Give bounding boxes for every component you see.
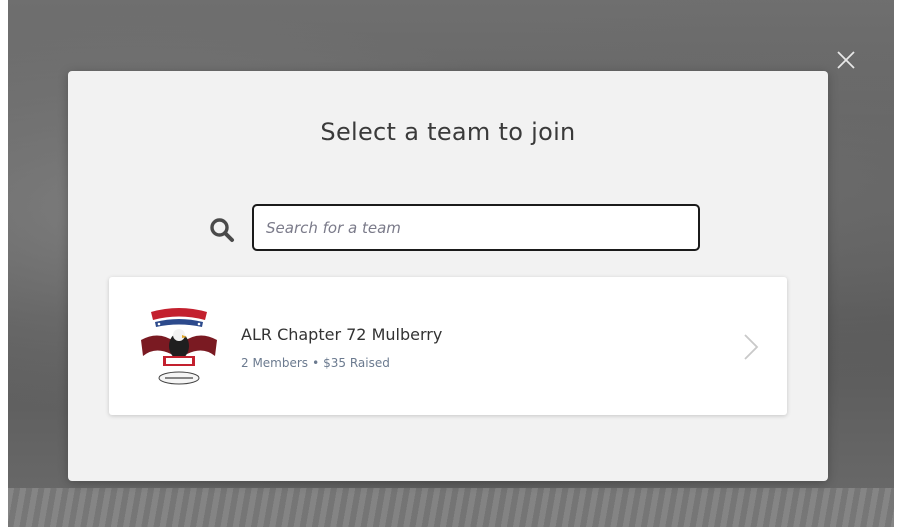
team-members-count: 2 Members <box>241 356 309 370</box>
team-select-modal: Select a team to join Search for a team … <box>68 71 828 481</box>
team-list-item[interactable]: ALR Chapter 72 Mulberry 2 Members • $35 Ra… <box>109 277 787 415</box>
team-name: ALR Chapter 72 Mulberry <box>241 325 443 344</box>
team-stats: 2 Members • $35 Raised <box>241 356 390 370</box>
modal-title: Select a team to join <box>320 118 576 146</box>
page-margin-left <box>0 0 8 527</box>
page-margin-right <box>894 0 903 527</box>
search-input[interactable] <box>252 204 700 251</box>
search-icon <box>210 218 234 242</box>
close-button[interactable] <box>830 44 862 76</box>
search-row <box>206 204 706 253</box>
background-floor <box>8 488 894 527</box>
team-raised-amount: $35 Raised <box>323 356 390 370</box>
close-icon <box>837 51 855 69</box>
chevron-right-icon <box>744 334 759 360</box>
separator-dot: • <box>312 356 320 370</box>
team-logo-emblem <box>141 308 217 385</box>
